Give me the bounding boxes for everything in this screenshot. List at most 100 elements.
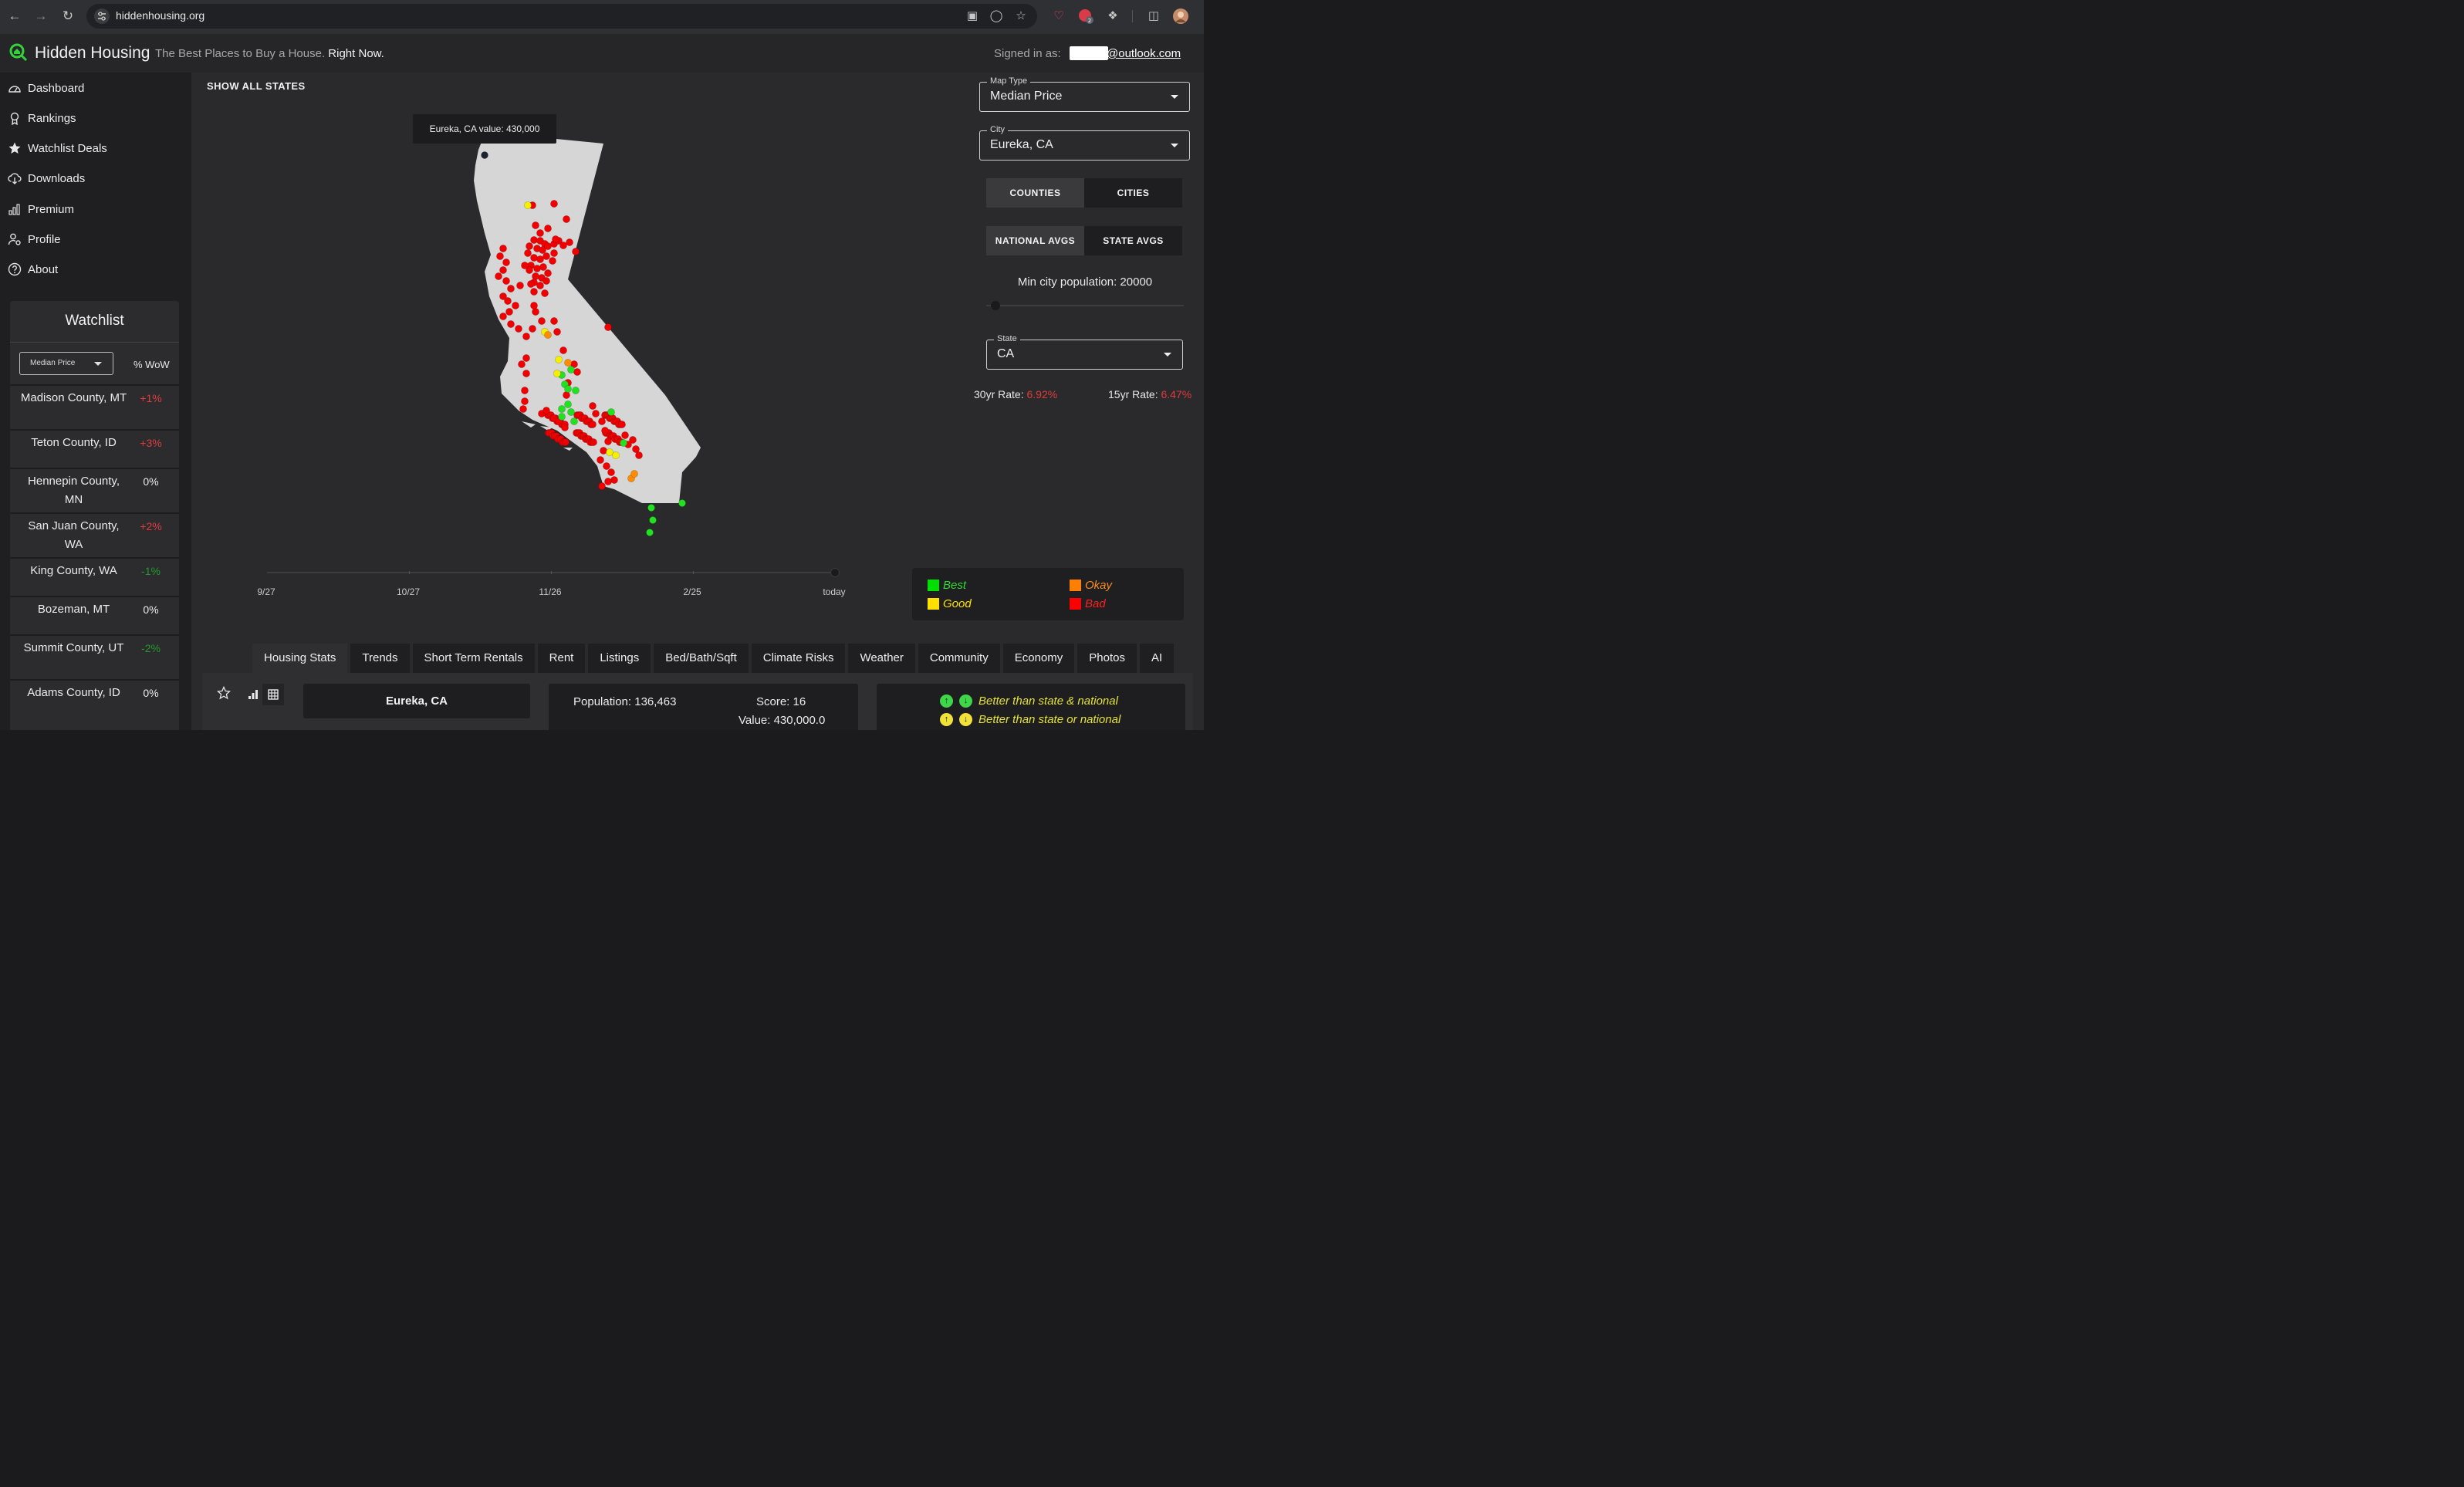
city-marker[interactable]	[553, 370, 561, 377]
city-marker[interactable]	[550, 317, 558, 325]
city-marker[interactable]	[530, 288, 538, 296]
city-marker[interactable]	[600, 447, 607, 455]
city-marker[interactable]	[598, 482, 606, 490]
city-marker[interactable]	[559, 346, 567, 354]
forward-arrow-icon[interactable]: →	[32, 8, 49, 25]
city-marker[interactable]	[603, 462, 610, 470]
watchlist-row[interactable]: King County, WA -1%	[10, 557, 179, 596]
url-text[interactable]: hiddenhousing.org	[116, 9, 204, 22]
city-marker[interactable]	[515, 325, 522, 333]
watchlist-row[interactable]: Madison County, MT +1%	[10, 384, 179, 429]
city-marker[interactable]	[564, 359, 572, 367]
city-marker[interactable]	[530, 254, 538, 262]
sidebar-item-downloads[interactable]: Downloads	[8, 170, 85, 187]
state-avgs-button[interactable]: STATE AVGS	[1084, 226, 1182, 255]
watchlist-row[interactable]: Summit County, UT -2%	[10, 634, 179, 679]
city-marker[interactable]	[604, 478, 612, 485]
sidebar-item-watchlist-deals[interactable]: Watchlist Deals	[8, 140, 107, 157]
city-marker[interactable]	[592, 410, 600, 417]
city-marker[interactable]	[518, 360, 526, 368]
city-marker[interactable]	[561, 424, 569, 431]
tab-ai[interactable]: AI	[1139, 644, 1175, 673]
city-select[interactable]: City Eureka, CA	[979, 125, 1190, 161]
counties-button[interactable]: COUNTIES	[986, 178, 1084, 208]
city-marker[interactable]	[541, 289, 549, 297]
map-type-select[interactable]: Map Type Median Price	[979, 76, 1190, 112]
city-marker[interactable]	[502, 259, 510, 266]
national-avgs-button[interactable]: NATIONAL AVGS	[986, 226, 1084, 255]
city-marker[interactable]	[566, 238, 573, 246]
extension-badge-icon[interactable]: 2	[1078, 8, 1093, 24]
tab-bed-bath-sqft[interactable]: Bed/Bath/Sqft	[654, 644, 749, 673]
city-marker[interactable]	[499, 313, 507, 320]
city-marker[interactable]	[536, 282, 544, 289]
site-settings-icon[interactable]	[94, 8, 110, 24]
tab-economy[interactable]: Economy	[1002, 644, 1075, 673]
city-marker[interactable]	[521, 387, 529, 394]
city-marker[interactable]	[621, 431, 629, 439]
city-marker[interactable]	[612, 451, 620, 459]
city-marker[interactable]	[649, 516, 657, 524]
city-marker[interactable]	[524, 249, 532, 257]
profile-avatar-icon[interactable]	[1173, 8, 1188, 24]
show-all-states-button[interactable]: SHOW ALL STATES	[207, 80, 306, 92]
chart-view-button[interactable]	[242, 684, 264, 705]
city-marker[interactable]	[544, 331, 552, 339]
city-marker[interactable]	[610, 476, 618, 484]
state-select[interactable]: State CA	[986, 334, 1183, 370]
selected-city-marker[interactable]	[481, 151, 488, 159]
logo-magnifier-icon[interactable]	[9, 43, 28, 62]
address-bar[interactable]: hiddenhousing.org	[86, 4, 1037, 29]
city-marker[interactable]	[544, 269, 552, 277]
california-map[interactable]	[191, 103, 886, 551]
watchlist-row[interactable]: Hennepin County, MN 0%	[10, 468, 179, 512]
sidebar-item-about[interactable]: About	[8, 261, 58, 278]
watchlist-row[interactable]: San Juan County, WA +2%	[10, 512, 179, 557]
city-marker[interactable]	[647, 504, 655, 512]
watchlist-row[interactable]: Adams County, ID 0%	[10, 679, 179, 724]
city-marker[interactable]	[589, 402, 597, 410]
city-marker[interactable]	[504, 297, 512, 305]
city-marker[interactable]	[563, 215, 570, 223]
sidebar-item-rankings[interactable]: Rankings	[8, 110, 76, 127]
city-marker[interactable]	[542, 407, 550, 414]
city-marker[interactable]	[516, 282, 524, 289]
city-marker[interactable]	[538, 317, 546, 325]
city-marker[interactable]	[570, 417, 578, 425]
city-marker[interactable]	[555, 356, 563, 363]
city-marker[interactable]	[562, 438, 570, 446]
install-app-icon[interactable]: ▣	[965, 8, 980, 24]
reload-icon[interactable]: ↻	[59, 8, 76, 25]
city-marker[interactable]	[550, 200, 558, 208]
sidebar-item-profile[interactable]: Profile	[8, 231, 61, 248]
city-marker[interactable]	[536, 229, 544, 237]
city-marker[interactable]	[527, 280, 535, 288]
eye-off-icon[interactable]: ◯	[989, 8, 1004, 24]
city-marker[interactable]	[499, 266, 507, 274]
city-marker[interactable]	[519, 405, 527, 413]
city-marker[interactable]	[678, 499, 686, 507]
city-marker[interactable]	[526, 242, 533, 250]
watchlist-row[interactable]: Teton County, ID +3%	[10, 429, 179, 468]
city-marker[interactable]	[607, 468, 615, 476]
city-marker[interactable]	[502, 277, 510, 285]
city-marker[interactable]	[505, 308, 513, 316]
sidebar-item-dashboard[interactable]: Dashboard	[8, 79, 84, 96]
tab-rent[interactable]: Rent	[537, 644, 586, 673]
city-marker[interactable]	[552, 235, 559, 243]
city-marker[interactable]	[589, 421, 597, 428]
city-marker[interactable]	[522, 333, 530, 340]
city-marker[interactable]	[604, 438, 612, 445]
city-marker[interactable]	[522, 354, 530, 362]
cities-button[interactable]: CITIES	[1084, 178, 1182, 208]
sidebar-item-premium[interactable]: Premium	[8, 201, 74, 218]
city-marker[interactable]	[507, 320, 515, 328]
city-marker[interactable]	[618, 421, 626, 428]
min-population-slider-thumb[interactable]	[991, 301, 1000, 310]
city-marker[interactable]	[553, 328, 561, 336]
extensions-puzzle-icon[interactable]: ❖	[1105, 8, 1120, 24]
tab-housing-stats[interactable]: Housing Stats	[252, 644, 348, 673]
watchlist-star-button[interactable]	[213, 682, 235, 704]
city-marker[interactable]	[512, 302, 519, 309]
table-view-button[interactable]	[262, 684, 284, 705]
